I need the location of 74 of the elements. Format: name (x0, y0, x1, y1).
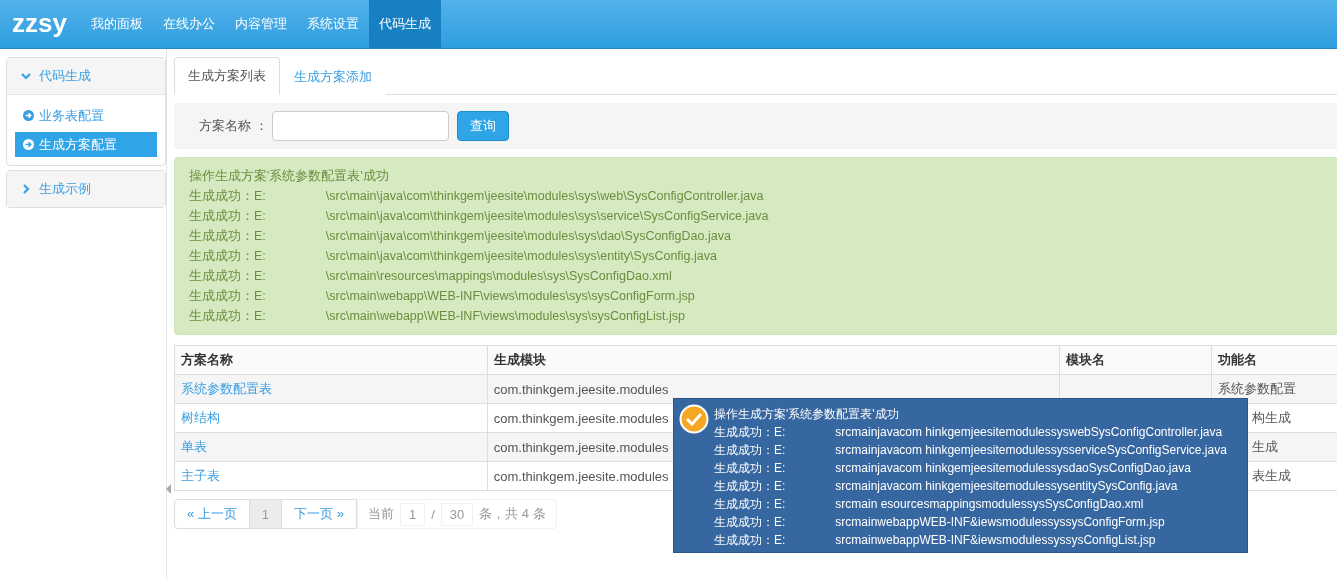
scheme-link[interactable]: 树结构 (181, 410, 220, 425)
popup-line-path: srcmainjavacom hinkgemjeesitemodulessysentitySysConfig.java (835, 479, 1178, 493)
table-cell: com.thinkgem.jeesite.modules (493, 410, 669, 426)
alert-line-path: \src\main\java\com\thinkgem\jeesite\modules\sys\entity\SysConfig.java (325, 248, 717, 265)
page-button[interactable]: 1 (248, 499, 283, 529)
chevron-down-icon (21, 71, 31, 81)
logo: zzsy (11, 7, 68, 40)
popup-line-path: srcmainjavacom hinkgemjeesitemodulessysdaoSysConfigDao.java (835, 461, 1191, 475)
chevron-right-icon (21, 184, 31, 194)
column-header: 模块名 (1059, 345, 1212, 375)
check-circle-icon (679, 404, 709, 434)
scheme-link[interactable]: 系统参数配置表 (181, 381, 272, 396)
sidebar-group-header[interactable]: 代码生成 (7, 58, 165, 94)
arrow-circle-icon (23, 139, 34, 150)
popup-line-prefix: 生成成功：E: (714, 533, 786, 547)
sidebar-item[interactable]: 生成方案配置 (15, 132, 157, 157)
table-cell: com.thinkgem.jeesite.modules (493, 381, 669, 397)
nav-tab[interactable]: 在线办公 (152, 0, 225, 48)
scheme-link[interactable]: 单表 (181, 439, 207, 454)
alert-line-prefix: 生成成功：E: (189, 288, 266, 305)
popup-line-path: srcmainwebappWEB-INF&iewsmodulessyssysConfigForm.jsp (835, 515, 1165, 529)
popup-line-path: srcmainjavacom hinkgemjeesitemodulessyswebSysConfigController.java (835, 425, 1223, 439)
alert-line-prefix: 生成成功：E: (189, 248, 266, 265)
arrow-circle-icon (23, 110, 34, 121)
alert-line-prefix: 生成成功：E: (189, 188, 266, 205)
popup-line-prefix: 生成成功：E: (714, 497, 786, 511)
alert-title: 操作生成方案'系统参数配置表'成功 (189, 168, 389, 185)
popup-line-prefix: 生成成功：E: (714, 479, 786, 493)
nav-tab[interactable]: 内容管理 (224, 0, 297, 48)
current-label: 当前 (367, 505, 394, 523)
table-cell: 系统参数配置 (1218, 381, 1297, 396)
table-cell: 构生成 (1252, 410, 1292, 425)
alert-line-path: \src\main\java\com\thinkgem\jeesite\modules\sys\service\SysConfigService.java (325, 208, 769, 225)
tab[interactable]: 生成方案列表 (174, 57, 280, 95)
popup-line-path: srcmainjavacom hinkgemjeesitemodulessysserviceSysConfigService.java (835, 443, 1227, 457)
nav-tab[interactable]: 系统设置 (296, 0, 369, 48)
alert-line-path: \src\main\webapp\WEB-INF\views\modules\sys\sysConfigList.jsp (325, 308, 685, 325)
popup-line-prefix: 生成成功：E: (714, 425, 786, 439)
popup-line-prefix: 生成成功：E: (714, 515, 786, 529)
column-header: 功能名 (1211, 345, 1337, 375)
nav-tab[interactable]: 代码生成 (368, 0, 441, 48)
search-field[interactable] (271, 111, 449, 141)
next-page-button[interactable]: 下一页 » (281, 499, 357, 529)
alert-line-path: \src\main\webapp\WEB-INF\views\modules\sys\sysConfigForm.jsp (325, 288, 695, 305)
search-label: 方案名称 ： (199, 117, 268, 135)
scheme-link[interactable]: 主子表 (181, 468, 220, 483)
alert-line-prefix: 生成成功：E: (189, 268, 266, 285)
alert-line-prefix: 生成成功：E: (189, 228, 266, 245)
separator: / (431, 506, 435, 522)
page-input[interactable]: 1 (399, 502, 426, 526)
prev-page-button[interactable]: « 上一页 (174, 499, 250, 529)
table-cell: 生成 (1252, 439, 1279, 454)
search-button[interactable]: 查询 (456, 111, 509, 141)
alert-line-path: \src\main\resources\mappings\modules\sys\SysConfigDao.xml (325, 268, 672, 285)
table-cell: com.thinkgem.jeesite.modules (493, 439, 669, 455)
nav-tab[interactable]: 我的面板 (80, 0, 153, 48)
alert-line-prefix: 生成成功：E: (189, 308, 266, 325)
table-cell: com.thinkgem.jeesite.modules (493, 468, 669, 484)
collapse-arrow-icon[interactable] (166, 484, 171, 494)
page-summary: 条，共 4 条 (479, 505, 546, 523)
sidebar-group-header[interactable]: 生成示例 (7, 171, 165, 207)
popup-line-path: srcmainwebappWEB-INF&iewsmodulessyssysConfigList.jsp (835, 533, 1156, 547)
alert-line-path: \src\main\java\com\thinkgem\jeesite\modules\sys\web\SysConfigController.java (325, 188, 764, 205)
alert-line-path: \src\main\java\com\thinkgem\jeesite\modules\sys\dao\SysConfigDao.java (325, 228, 731, 245)
popup-title: 操作生成方案'系统参数配置表'成功 (714, 407, 899, 421)
column-header: 生成模块 (487, 345, 1060, 375)
alert-line-prefix: 生成成功：E: (189, 208, 266, 225)
popup-line-path: srcmain esourcesmappingsmodulessysSysConfigDao.xml (835, 497, 1144, 511)
column-header: 方案名称 (174, 345, 488, 375)
popup-line-prefix: 生成成功：E: (714, 461, 786, 475)
popup-line-prefix: 生成成功：E: (714, 443, 786, 457)
page-size-input[interactable]: 30 (440, 502, 474, 526)
table-cell: 表生成 (1252, 468, 1292, 483)
sidebar-item[interactable]: 业务表配置 (15, 103, 157, 128)
